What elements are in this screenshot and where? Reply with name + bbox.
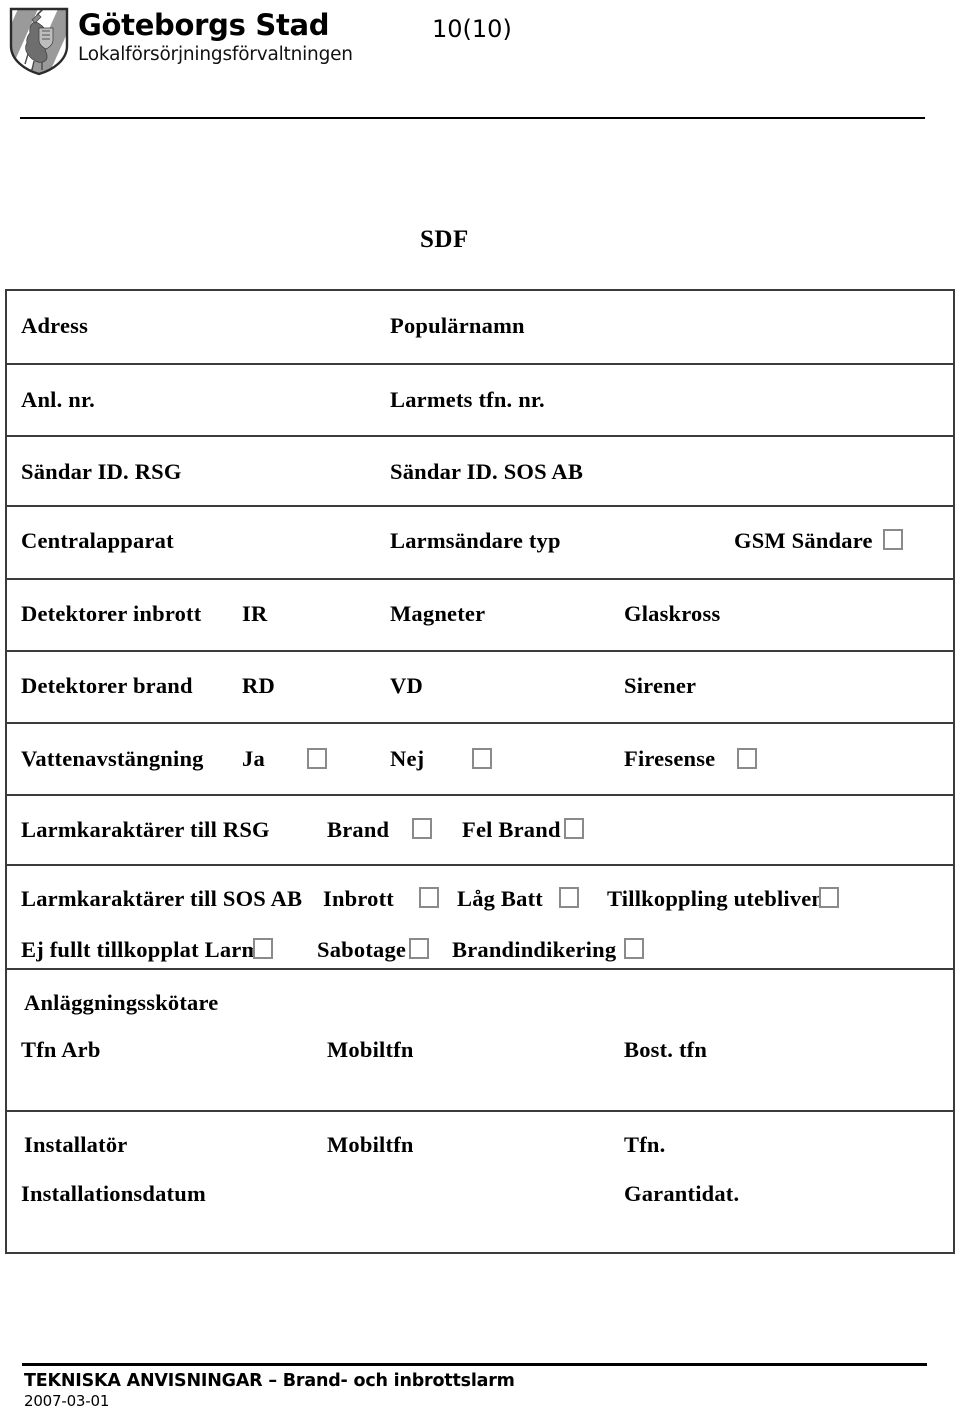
table-row-adress: Adress Populärnamn (5, 289, 955, 365)
field-label-sandar-id-sos-ab: Sändar ID. SOS AB (390, 459, 584, 484)
field-label-magneter: Magneter (390, 601, 486, 626)
field-label-sandar-id-rsg: Sändar ID. RSG (21, 459, 182, 484)
field-label-adress: Adress (21, 313, 89, 338)
checkbox-firesense[interactable] (737, 748, 757, 769)
checkbox-inbrott[interactable] (419, 887, 439, 908)
footer-date: 2007-03-01 (24, 1392, 110, 1410)
field-label-detektorer-brand: Detektorer brand (21, 673, 193, 698)
checkbox-nej[interactable] (472, 748, 492, 769)
table-row-sandar-id: Sändar ID. RSG Sändar ID. SOS AB (5, 435, 955, 507)
field-label-gsm-sandare: GSM Sändare (734, 528, 873, 553)
checkbox-brandindikering[interactable] (624, 938, 644, 959)
field-label-bost-tfn: Bost. tfn (624, 1037, 708, 1062)
table-cell: Larmkaraktärer till RSG Brand Fel Brand (5, 794, 955, 866)
field-label-larmkaraktarer-till-sos-ab: Larmkaraktärer till SOS AB (21, 886, 303, 911)
field-label-installationsdatum: Installationsdatum (21, 1181, 206, 1206)
table-row-detektorer-brand: Detektorer brand RD VD Sirener (5, 650, 955, 724)
table-cell: Vattenavstängning Ja Nej Firesense (5, 722, 955, 796)
field-label-ej-fullt-tillkopplat-larm: Ej fullt tillkopplat Larm (21, 937, 261, 962)
checkbox-tillkoppling-utebliven[interactable] (819, 887, 839, 908)
field-label-detektorer-inbrott: Detektorer inbrott (21, 601, 202, 626)
field-label-anlaggningsskotare: Anläggningsskötare (24, 990, 219, 1015)
field-label-lag-batt: Låg Batt (457, 886, 543, 911)
department-name: Lokalförsörjningsförvaltningen (78, 44, 353, 65)
document-footer: TEKNISKA ANVISNINGAR – Brand- och inbrot… (24, 1370, 515, 1411)
checkbox-ja[interactable] (307, 748, 327, 769)
table-cell: Installatör Mobiltfn Tfn. Installationsd… (5, 1110, 955, 1254)
field-label-brandindikering: Brandindikering (452, 937, 617, 962)
field-label-sirener: Sirener (624, 673, 697, 698)
field-label-centralapparat: Centralapparat (21, 528, 174, 553)
field-label-mobiltfn: Mobiltfn (327, 1037, 414, 1062)
field-label-mobiltfn-2: Mobiltfn (327, 1132, 414, 1157)
field-label-tillkoppling-utebliven: Tillkoppling utebliven (607, 886, 825, 911)
organization-name: Göteborgs Stad (78, 8, 330, 42)
field-label-brand: Brand (327, 817, 390, 842)
table-cell: Anl. nr. Larmets tfn. nr. (5, 363, 955, 437)
table-row-larmkaraktarer-sos: Larmkaraktärer till SOS AB Inbrott Låg B… (5, 864, 955, 970)
checkbox-brand[interactable] (412, 818, 432, 839)
footer-divider (22, 1363, 927, 1366)
table-row-vattenavstangning: Vattenavstängning Ja Nej Firesense (5, 722, 955, 796)
table-row-anlaggningsskotare: Anläggningsskötare Tfn Arb Mobiltfn Bost… (5, 968, 955, 1112)
table-row-centralapparat: Centralapparat Larmsändare typ GSM Sända… (5, 505, 955, 580)
table-row-anl-nr: Anl. nr. Larmets tfn. nr. (5, 363, 955, 437)
field-label-nej: Nej (390, 746, 425, 771)
field-label-ja: Ja (242, 746, 265, 771)
organization-wordmark: Göteborgs Stad Lokalförsörjningsförvaltn… (78, 8, 353, 67)
table-cell: Larmkaraktärer till SOS AB Inbrott Låg B… (5, 864, 955, 970)
alarm-installation-form-table: Adress Populärnamn Anl. nr. Larmets tfn.… (5, 289, 955, 1254)
page-number: 10(10) (432, 15, 512, 43)
field-label-fel-brand: Fel Brand (462, 817, 561, 842)
field-label-sabotage: Sabotage (317, 937, 407, 962)
field-label-larmets-tfn-nr: Larmets tfn. nr. (390, 387, 545, 412)
field-label-firesense: Firesense (624, 746, 716, 771)
field-label-tfn: Tfn. (624, 1132, 666, 1157)
footer-title: TEKNISKA ANVISNINGAR – Brand- och inbrot… (24, 1371, 515, 1391)
table-row-installator: Installatör Mobiltfn Tfn. Installationsd… (5, 1110, 955, 1254)
table-cell: Sändar ID. RSG Sändar ID. SOS AB (5, 435, 955, 507)
field-label-ir: IR (242, 601, 268, 626)
header-divider (20, 117, 925, 119)
table-cell: Detektorer inbrott IR Magneter Glaskross (5, 578, 955, 652)
table-cell: Centralapparat Larmsändare typ GSM Sända… (5, 505, 955, 580)
checkbox-fel-brand[interactable] (564, 818, 584, 839)
gothenburg-coat-of-arms-icon (9, 7, 69, 76)
field-label-vd: VD (390, 673, 423, 698)
document-header: Göteborgs Stad Lokalförsörjningsförvaltn… (0, 0, 960, 119)
field-label-garantidat: Garantidat. (624, 1181, 740, 1206)
checkbox-lag-batt[interactable] (559, 887, 579, 908)
section-title: SDF (420, 226, 469, 253)
field-label-vattenavstangning: Vattenavstängning (21, 746, 204, 771)
field-label-rd: RD (242, 673, 275, 698)
field-label-tfn-arb: Tfn Arb (21, 1037, 101, 1062)
checkbox-sabotage[interactable] (409, 938, 429, 959)
table-cell: Anläggningsskötare Tfn Arb Mobiltfn Bost… (5, 968, 955, 1112)
field-label-larmkaraktarer-till-rsg: Larmkaraktärer till RSG (21, 817, 270, 842)
field-label-glaskross: Glaskross (624, 601, 721, 626)
table-cell: Detektorer brand RD VD Sirener (5, 650, 955, 724)
table-row-detektorer-inbrott: Detektorer inbrott IR Magneter Glaskross (5, 578, 955, 652)
checkbox-ej-fullt-tillkopplat-larm[interactable] (253, 938, 273, 959)
field-label-larmsandare-typ: Larmsändare typ (390, 528, 561, 553)
table-cell: Adress Populärnamn (5, 289, 955, 365)
field-label-installator: Installatör (24, 1132, 128, 1157)
table-row-larmkaraktarer-rsg: Larmkaraktärer till RSG Brand Fel Brand (5, 794, 955, 866)
checkbox-gsm-sandare[interactable] (883, 529, 903, 550)
field-label-inbrott: Inbrott (323, 886, 394, 911)
field-label-popularnamn: Populärnamn (390, 313, 525, 338)
field-label-anl-nr: Anl. nr. (21, 387, 95, 412)
